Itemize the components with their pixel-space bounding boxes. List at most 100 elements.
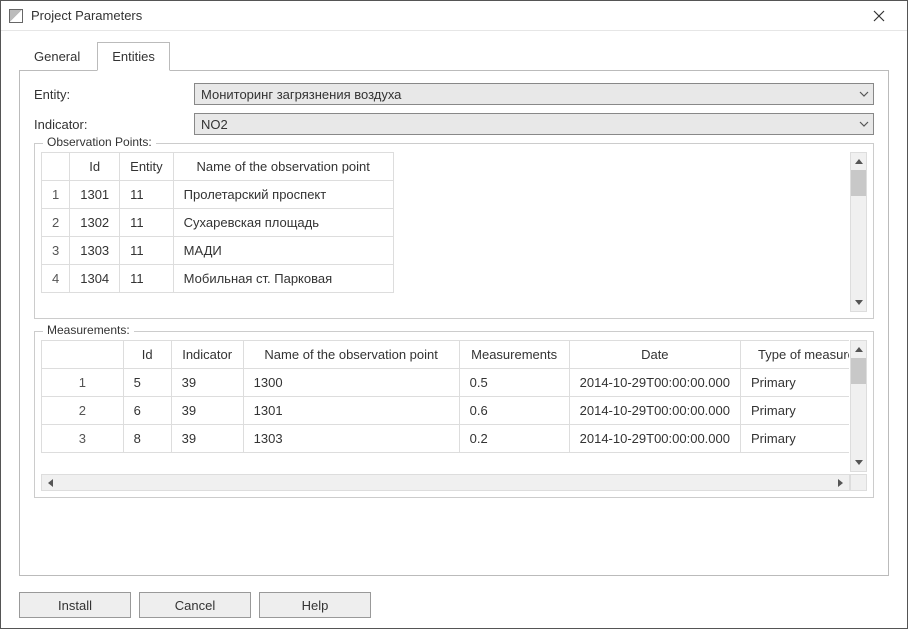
cell-id: 6: [123, 397, 171, 425]
row-number: 1: [42, 369, 124, 397]
measurements-vscroll[interactable]: [850, 340, 867, 472]
scroll-left-icon: [42, 475, 59, 490]
indicator-value: NO2: [201, 117, 228, 132]
row-number: 3: [42, 425, 124, 453]
tab-general[interactable]: General: [19, 42, 95, 71]
scroll-down-icon: [851, 294, 866, 311]
col-date[interactable]: Date: [569, 341, 740, 369]
table-row[interactable]: 153913000.52014-10-29T00:00:00.000Primar…: [42, 369, 850, 397]
button-row: Install Cancel Help: [1, 590, 907, 628]
cell-id: 8: [123, 425, 171, 453]
row-number: 3: [42, 237, 70, 265]
cell-id: 1303: [70, 237, 120, 265]
cell-entity: 11: [120, 237, 174, 265]
scroll-up-icon: [851, 153, 866, 170]
scroll-down-icon: [851, 454, 866, 471]
close-icon: [873, 10, 885, 22]
tab-strip: General Entities: [19, 41, 889, 71]
measurements-hscroll[interactable]: [41, 474, 850, 491]
table-header-row: Id Entity Name of the observation point: [42, 153, 394, 181]
measurements-legend: Measurements:: [43, 323, 134, 337]
table-row[interactable]: 3130311МАДИ: [42, 237, 394, 265]
scroll-up-icon: [851, 341, 866, 358]
measurements-grid[interactable]: Id Indicator Name of the observation poi…: [41, 340, 850, 472]
cell-date: 2014-10-29T00:00:00.000: [569, 397, 740, 425]
chevron-down-icon: [859, 119, 869, 129]
cell-name: 1301: [243, 397, 459, 425]
col-measurements[interactable]: Measurements: [459, 341, 569, 369]
row-number: 2: [42, 397, 124, 425]
observation-vscroll[interactable]: [850, 152, 867, 312]
scroll-thumb[interactable]: [851, 170, 866, 196]
scroll-corner: [850, 474, 867, 491]
table-row[interactable]: 4130411Мобильная ст. Парковая: [42, 265, 394, 293]
cell-name: Мобильная ст. Парковая: [173, 265, 393, 293]
row-number-header: [42, 341, 124, 369]
cell-indicator: 39: [171, 369, 243, 397]
observation-grid-wrap: Id Entity Name of the observation point …: [41, 152, 867, 312]
cell-indicator: 39: [171, 397, 243, 425]
tab-panel-entities: Entity: Мониторинг загрязнения воздуха I…: [19, 71, 889, 576]
table-row[interactable]: 2130211Сухаревская площадь: [42, 209, 394, 237]
row-number: 1: [42, 181, 70, 209]
cell-measurements: 0.5: [459, 369, 569, 397]
cell-entity: 11: [120, 209, 174, 237]
table-row[interactable]: 263913010.62014-10-29T00:00:00.000Primar…: [42, 397, 850, 425]
project-parameters-dialog: Project Parameters General Entities Enti…: [0, 0, 908, 629]
col-indicator[interactable]: Indicator: [171, 341, 243, 369]
observation-grid[interactable]: Id Entity Name of the observation point …: [41, 152, 850, 312]
titlebar: Project Parameters: [1, 1, 907, 31]
indicator-dropdown[interactable]: NO2: [194, 113, 874, 135]
col-id[interactable]: Id: [123, 341, 171, 369]
entity-label: Entity:: [34, 87, 194, 102]
cell-id: 1301: [70, 181, 120, 209]
install-button[interactable]: Install: [19, 592, 131, 618]
row-number: 2: [42, 209, 70, 237]
cell-date: 2014-10-29T00:00:00.000: [569, 369, 740, 397]
col-name[interactable]: Name of the observation point: [243, 341, 459, 369]
cell-name: Сухаревская площадь: [173, 209, 393, 237]
col-type[interactable]: Type of measureme: [741, 341, 850, 369]
scroll-thumb[interactable]: [851, 358, 866, 384]
scroll-track[interactable]: [851, 196, 866, 294]
cell-name: 1303: [243, 425, 459, 453]
tab-entities[interactable]: Entities: [97, 42, 170, 71]
observation-table: Id Entity Name of the observation point …: [41, 152, 394, 293]
cell-date: 2014-10-29T00:00:00.000: [569, 425, 740, 453]
cell-entity: 11: [120, 181, 174, 209]
help-button[interactable]: Help: [259, 592, 371, 618]
cancel-button[interactable]: Cancel: [139, 592, 251, 618]
entity-value: Мониторинг загрязнения воздуха: [201, 87, 401, 102]
col-entity[interactable]: Entity: [120, 153, 174, 181]
scroll-right-icon: [832, 475, 849, 490]
cell-id: 5: [123, 369, 171, 397]
cell-type: Primary: [741, 369, 850, 397]
observation-points-legend: Observation Points:: [43, 135, 156, 149]
observation-points-fieldset: Observation Points: Id Entity Name of th…: [34, 143, 874, 319]
measurements-fieldset: Measurements: Id Indicator Name of the o…: [34, 331, 874, 498]
cell-name: Пролетарский проспект: [173, 181, 393, 209]
cell-id: 1304: [70, 265, 120, 293]
measurements-grid-wrap: Id Indicator Name of the observation poi…: [41, 340, 867, 472]
entity-row: Entity: Мониторинг загрязнения воздуха: [34, 83, 874, 105]
table-row[interactable]: 383913030.22014-10-29T00:00:00.000Primar…: [42, 425, 850, 453]
col-name[interactable]: Name of the observation point: [173, 153, 393, 181]
indicator-label: Indicator:: [34, 117, 194, 132]
cell-entity: 11: [120, 265, 174, 293]
cell-name: 1300: [243, 369, 459, 397]
cell-type: Primary: [741, 397, 850, 425]
cell-measurements: 0.2: [459, 425, 569, 453]
measurements-hscroll-row: [41, 474, 867, 491]
chevron-down-icon: [859, 89, 869, 99]
close-button[interactable]: [859, 2, 899, 30]
entity-dropdown[interactable]: Мониторинг загрязнения воздуха: [194, 83, 874, 105]
row-number-header: [42, 153, 70, 181]
cell-name: МАДИ: [173, 237, 393, 265]
cell-id: 1302: [70, 209, 120, 237]
table-row[interactable]: 1130111Пролетарский проспект: [42, 181, 394, 209]
scroll-track[interactable]: [851, 384, 866, 454]
cell-indicator: 39: [171, 425, 243, 453]
client-area: General Entities Entity: Мониторинг загр…: [1, 31, 907, 590]
app-icon: [9, 9, 23, 23]
col-id[interactable]: Id: [70, 153, 120, 181]
